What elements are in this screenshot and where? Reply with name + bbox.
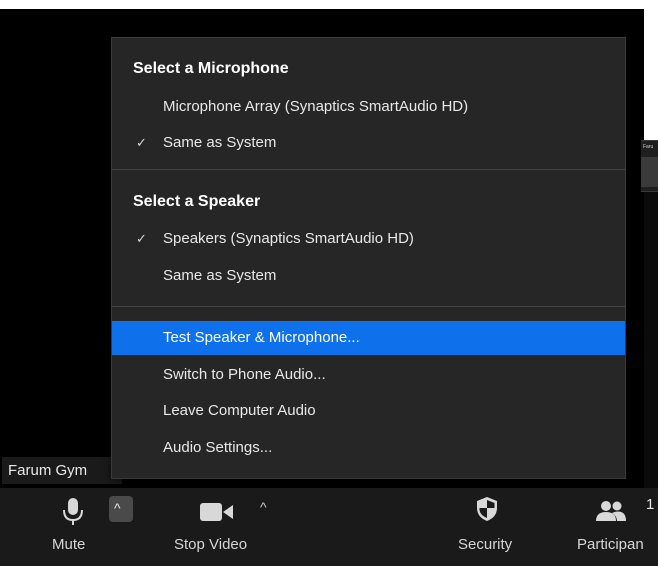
microphone-heading: Select a Microphone [133,60,289,77]
security-button[interactable]: Security [456,488,536,566]
menu-item-speakers-synaptics[interactable]: ✓ Speakers (Synaptics SmartAudio HD) [112,224,625,254]
check-icon: ✓ [136,231,147,246]
menu-divider [112,306,625,307]
check-icon: ✓ [136,135,147,150]
menu-divider [112,169,625,170]
menu-item-label: Switch to Phone Audio... [163,366,326,383]
menu-item-label: Leave Computer Audio [163,402,316,419]
menu-item-microphone-array[interactable]: Microphone Array (Synaptics SmartAudio H… [112,92,625,122]
participant-thumbnail[interactable]: Faru [641,140,658,192]
zoom-meeting-window: Faru Farum Gym Select a Microphone Micro… [0,0,658,571]
menu-item-label: Same as System [163,134,277,151]
mute-button[interactable]: Mute [22,488,122,566]
audio-options-caret-button[interactable]: ^ [109,496,133,522]
stop-video-label: Stop Video [174,536,248,553]
menu-item-test-speaker-microphone[interactable]: Test Speaker & Microphone... [112,321,625,355]
stop-video-button[interactable]: Stop Video [170,488,270,566]
window-bottom-edge [0,566,658,571]
video-camera-icon [200,503,233,521]
menu-item-switch-to-phone-audio[interactable]: Switch to Phone Audio... [112,360,625,390]
security-label: Security [458,536,513,553]
mute-label: Mute [52,536,86,553]
menu-item-label: Same as System [163,267,277,284]
menu-item-mic-same-as-system[interactable]: ✓ Same as System [112,128,625,158]
participants-label: Participan [577,536,644,553]
video-area-right [644,192,658,488]
menu-item-audio-settings[interactable]: Audio Settings... [112,433,625,463]
participant-count-badge: 1 [646,496,655,513]
participant-name-label: Farum Gym [2,457,122,484]
menu-item-speaker-same-as-system[interactable]: Same as System [112,261,625,291]
participants-button[interactable]: Participan [568,488,658,566]
thumbnail-video [641,157,658,187]
chevron-up-icon: ^ [114,500,121,516]
meeting-toolbar: Mute ^ Stop Video ^ Security Participan … [0,488,658,566]
video-options-caret[interactable]: ^ [260,499,267,515]
menu-item-label: Audio Settings... [163,439,273,456]
menu-item-leave-computer-audio[interactable]: Leave Computer Audio [112,396,625,426]
menu-item-label: Microphone Array (Synaptics SmartAudio H… [163,98,469,115]
microphone-icon [63,498,83,525]
shield-icon [477,497,497,521]
menu-item-label: Test Speaker & Microphone... [163,329,360,346]
speaker-heading: Select a Speaker [133,193,261,210]
thumbnail-name: Faru [643,144,654,150]
menu-item-label: Speakers (Synaptics SmartAudio HD) [163,230,414,247]
window-edge [644,0,658,140]
participants-icon [596,501,626,521]
audio-options-menu: Select a Microphone Microphone Array (Sy… [111,37,626,479]
